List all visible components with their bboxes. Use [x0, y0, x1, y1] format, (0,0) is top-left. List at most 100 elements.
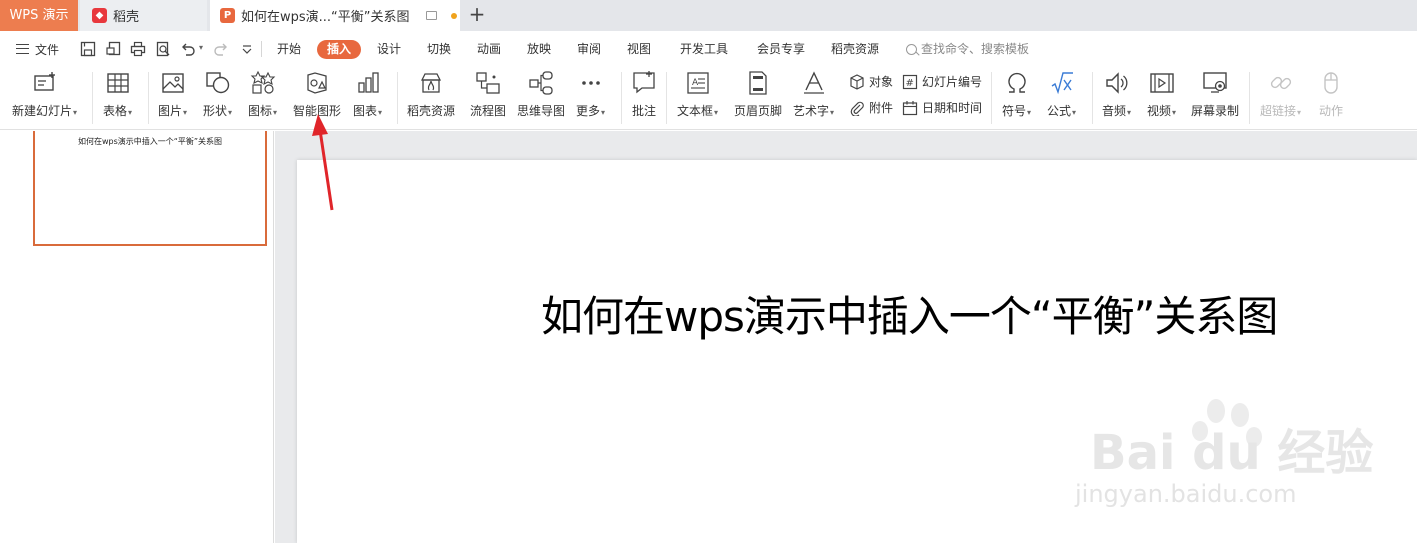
formula-label: 公式 — [1047, 104, 1072, 118]
screen-record-button[interactable]: 屏幕录制 — [1191, 70, 1239, 119]
textbox-icon: A — [686, 72, 709, 94]
object-label: 对象 — [869, 75, 894, 89]
chart-icon — [357, 72, 379, 93]
picture-label: 图片 — [158, 104, 183, 118]
picture-icon — [161, 73, 184, 93]
mindmap-icon — [529, 71, 553, 95]
hamburger-icon — [16, 44, 29, 54]
audio-button[interactable]: 音频▾ — [1102, 70, 1131, 119]
watermark-brand: Bai du 经验 — [1090, 425, 1374, 481]
action-label: 动作 — [1318, 104, 1343, 118]
command-search[interactable]: 查找命令、搜索模板 — [906, 33, 1029, 65]
tab-doker[interactable]: ◆ 稻壳 — [80, 0, 207, 31]
symbol-label: 符号 — [1002, 104, 1027, 118]
divider — [148, 72, 149, 124]
textbox-button[interactable]: A 文本框▾ — [677, 70, 718, 119]
slide-number-icon: # — [902, 74, 918, 89]
slide-title[interactable]: 如何在wps演示中插入一个“平衡”关系图 — [541, 283, 1278, 344]
svg-text:#: # — [906, 78, 914, 89]
divider — [1092, 72, 1093, 124]
video-button[interactable]: 视频▾ — [1147, 70, 1176, 119]
icon-library-button[interactable]: 图标▾ — [248, 70, 277, 119]
slide-thumbnail-pane: 如何在wps演示中插入一个“平衡”关系图 — [0, 131, 274, 543]
divider — [666, 72, 667, 124]
audio-label: 音频 — [1102, 104, 1127, 118]
print-preview-icon[interactable] — [155, 41, 171, 57]
menu-transition[interactable]: 切换 — [427, 33, 451, 65]
table-button[interactable]: 表格▾ — [103, 70, 132, 119]
hyperlink-button[interactable]: 超链接▾ — [1260, 70, 1301, 119]
app-tab[interactable]: WPS 演示 — [0, 0, 78, 31]
divider — [1249, 72, 1250, 124]
menu-member[interactable]: 会员专享 — [757, 33, 805, 65]
paperclip-icon — [850, 101, 864, 116]
attachment-button[interactable]: 附件 — [849, 99, 893, 116]
new-tab-button[interactable]: + — [466, 0, 488, 31]
flowchart-button[interactable]: 流程图 — [470, 70, 506, 119]
menu-view[interactable]: 视图 — [627, 33, 651, 65]
menu-design[interactable]: 设计 — [377, 33, 401, 65]
chart-button[interactable]: 图表▾ — [353, 70, 382, 119]
menu-review[interactable]: 审阅 — [577, 33, 601, 65]
comment-button[interactable]: 批注 — [631, 70, 657, 119]
menu-start[interactable]: 开始 — [277, 33, 301, 65]
tab-document[interactable]: P 如何在wps演...“平衡”关系图 — [210, 0, 460, 31]
ribbon: 新建幻灯片▾ 表格▾ 图片▾ 形状▾ 图标▾ 智能图形 图表▾ 稻壳资源 流程图… — [0, 66, 1417, 130]
slide-number-label: 幻灯片编号 — [922, 75, 983, 89]
export-icon[interactable] — [106, 41, 122, 57]
comment-label: 批注 — [631, 104, 656, 118]
symbol-button[interactable]: 符号▾ — [1002, 70, 1031, 119]
doker-resources-button[interactable]: 稻壳资源 — [407, 70, 455, 119]
slide-number-button[interactable]: # 幻灯片编号 — [902, 73, 982, 90]
header-footer-button[interactable]: 页眉页脚 — [734, 70, 782, 119]
doker-logo-icon: ◆ — [92, 8, 107, 23]
divider — [621, 72, 622, 124]
shape-icon — [205, 72, 229, 94]
smartart-icon — [307, 72, 327, 94]
print-icon[interactable] — [130, 41, 146, 57]
video-icon — [1149, 73, 1174, 93]
monitor-icon[interactable] — [425, 11, 437, 20]
date-time-label: 日期和时间 — [922, 101, 983, 115]
table-label: 表格 — [103, 104, 128, 118]
icon-library-icon — [250, 70, 275, 94]
divider — [261, 41, 262, 57]
file-menu-label: 文件 — [35, 42, 60, 57]
object-button[interactable]: 对象 — [849, 73, 893, 90]
action-button[interactable]: 动作 — [1318, 70, 1344, 119]
wordart-button[interactable]: 艺术字▾ — [793, 70, 834, 119]
shape-button[interactable]: 形状▾ — [203, 70, 232, 119]
more-button[interactable]: 更多▾ — [576, 70, 605, 119]
save-icon[interactable] — [80, 41, 96, 57]
date-time-button[interactable]: 日期和时间 — [902, 99, 982, 116]
speaker-icon — [1105, 72, 1127, 94]
formula-icon — [1051, 72, 1073, 95]
new-slide-button[interactable]: 新建幻灯片▾ — [12, 70, 77, 119]
redo-icon[interactable] — [213, 41, 229, 57]
unsaved-dot-icon — [450, 12, 457, 19]
screen-record-label: 屏幕录制 — [1191, 104, 1240, 118]
formula-button[interactable]: 公式▾ — [1047, 70, 1076, 119]
flowchart-label: 流程图 — [470, 104, 507, 118]
slide-thumbnail[interactable]: 如何在wps演示中插入一个“平衡”关系图 — [33, 131, 267, 246]
object-icon — [850, 73, 864, 90]
customize-quick-access-icon[interactable] — [239, 41, 255, 57]
menu-slideshow[interactable]: 放映 — [527, 33, 551, 65]
annotation-arrow-icon — [312, 114, 334, 211]
menu-developer[interactable]: 开发工具 — [680, 33, 728, 65]
more-label: 更多 — [576, 104, 601, 118]
undo-icon[interactable] — [180, 41, 196, 57]
link-icon — [1270, 76, 1291, 90]
file-menu[interactable]: 文件 — [16, 33, 59, 65]
header-footer-icon — [749, 71, 767, 95]
picture-button[interactable]: 图片▾ — [158, 70, 187, 119]
mindmap-button[interactable]: 思维导图 — [517, 70, 565, 119]
menu-doker-resources[interactable]: 稻壳资源 — [831, 33, 879, 65]
wordart-icon — [803, 71, 824, 94]
doker-resources-icon — [420, 73, 442, 93]
flowchart-icon — [476, 72, 500, 94]
menu-insert[interactable]: 插入 — [317, 40, 362, 59]
menu-animation[interactable]: 动画 — [477, 33, 501, 65]
attachment-label: 附件 — [869, 101, 894, 115]
divider — [92, 72, 93, 124]
